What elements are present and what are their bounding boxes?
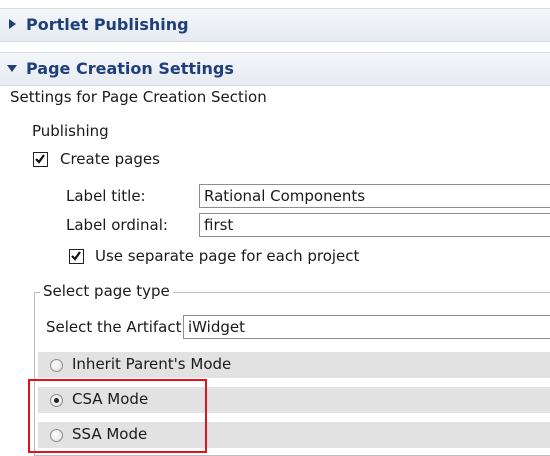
radio-inherit[interactable] xyxy=(50,359,63,372)
artifact-input[interactable]: iWidget xyxy=(183,315,550,339)
separate-page-checkbox[interactable] xyxy=(69,249,84,264)
highlight-box xyxy=(28,379,207,453)
portlet-publishing-header[interactable]: Portlet Publishing xyxy=(0,8,550,42)
publishing-label: Publishing xyxy=(32,122,109,140)
artifact-label: Select the Artifact xyxy=(46,318,182,336)
page-creation-header[interactable]: Page Creation Settings xyxy=(0,52,550,86)
checkmark-icon xyxy=(71,251,81,261)
triangle-down-icon[interactable] xyxy=(7,65,17,72)
triangle-right-icon[interactable] xyxy=(9,19,16,29)
section-description: Settings for Page Creation Section xyxy=(10,88,267,106)
checkmark-icon xyxy=(35,154,45,164)
portlet-publishing-title[interactable]: Portlet Publishing xyxy=(26,15,189,34)
label-title-label: Label title: xyxy=(66,187,146,205)
label-title-input[interactable]: Rational Components xyxy=(199,184,550,208)
create-pages-checkbox[interactable] xyxy=(33,152,48,167)
radio-row-inherit[interactable]: Inherit Parent's Mode xyxy=(38,352,550,378)
radio-inherit-label: Inherit Parent's Mode xyxy=(72,355,232,373)
separate-page-label: Use separate page for each project xyxy=(95,247,360,265)
page-type-group-label: Select page type xyxy=(40,282,173,300)
page-creation-title[interactable]: Page Creation Settings xyxy=(26,59,234,78)
label-ordinal-input[interactable]: first xyxy=(199,213,550,237)
create-pages-label: Create pages xyxy=(60,150,160,168)
label-ordinal-label: Label ordinal: xyxy=(66,216,168,234)
